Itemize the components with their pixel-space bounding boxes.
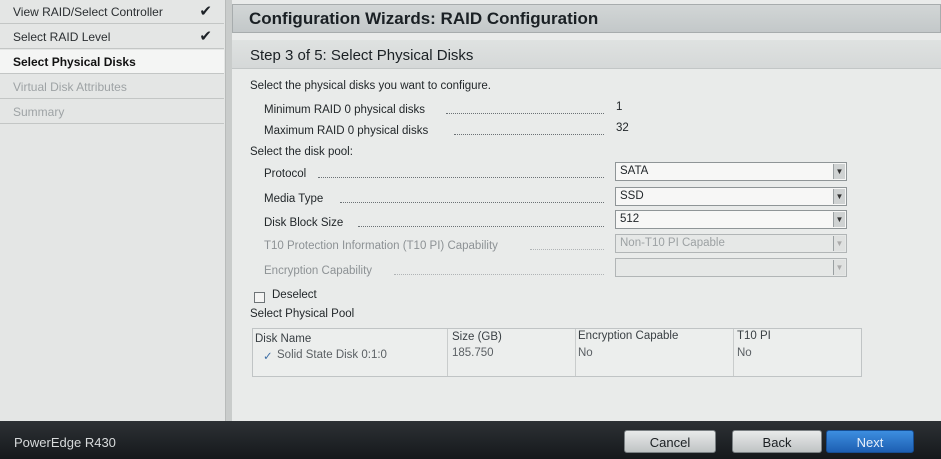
protocol-value: SATA xyxy=(620,165,649,177)
physical-pool-heading: Select Physical Pool xyxy=(250,308,355,320)
max-disks-label: Maximum RAID 0 physical disks xyxy=(264,125,429,137)
protocol-select[interactable]: SATA ▼ xyxy=(615,162,847,181)
t10-pi-select: Non-T10 PI Capable ▼ xyxy=(615,234,847,253)
media-type-label: Media Type xyxy=(264,193,324,205)
leader-line xyxy=(446,113,604,114)
column-header-disk-name[interactable]: Disk Name xyxy=(255,333,311,345)
encryption-capability-select: ▼ xyxy=(615,258,847,277)
leader-line xyxy=(394,274,604,275)
sidebar-item-view-raid[interactable]: View RAID/Select Controller ✔ xyxy=(0,0,224,24)
leader-line xyxy=(454,134,604,135)
disk-pool-heading: Select the disk pool: xyxy=(250,146,353,158)
sidebar-item-label: View RAID/Select Controller xyxy=(13,4,163,19)
sidebar-item-virtual-disk-attributes: Virtual Disk Attributes xyxy=(0,75,224,99)
checkmark-icon: ✔ xyxy=(199,28,212,45)
chevron-down-icon[interactable]: ▼ xyxy=(833,212,845,227)
disk-block-size-label: Disk Block Size xyxy=(264,217,344,229)
chevron-down-icon: ▼ xyxy=(833,236,845,251)
min-disks-value: 1 xyxy=(616,101,623,113)
disk-block-size-select[interactable]: 512 ▼ xyxy=(615,210,847,229)
leader-line xyxy=(530,249,604,250)
sidebar-item-label: Select RAID Level xyxy=(13,29,111,44)
chevron-down-icon[interactable]: ▼ xyxy=(833,164,845,179)
encryption-capability-label: Encryption Capability xyxy=(264,265,373,277)
sidebar-item-label: Virtual Disk Attributes xyxy=(13,79,127,94)
footer-bar: PowerEdge R430 Cancel Back Next xyxy=(0,421,941,459)
cancel-button[interactable]: Cancel xyxy=(624,430,716,453)
main-panel: Configuration Wizards: RAID Configuratio… xyxy=(232,0,941,421)
t10-pi-cell: No xyxy=(737,347,752,359)
column-header-t10-pi[interactable]: T10 PI xyxy=(737,330,771,342)
media-type-value: SSD xyxy=(620,190,644,202)
t10-pi-value: Non-T10 PI Capable xyxy=(620,237,725,249)
instruction-text: Select the physical disks you want to co… xyxy=(250,80,491,92)
media-type-select[interactable]: SSD ▼ xyxy=(615,187,847,206)
sidebar-item-summary: Summary xyxy=(0,100,224,124)
server-model-label: PowerEdge R430 xyxy=(14,435,116,450)
chevron-down-icon[interactable]: ▼ xyxy=(833,189,845,204)
deselect-label[interactable]: Deselect xyxy=(272,289,317,301)
step-title: Step 3 of 5: Select Physical Disks xyxy=(232,40,941,69)
size-cell: 185.750 xyxy=(452,347,494,359)
back-button[interactable]: Back xyxy=(732,430,822,453)
deselect-checkbox[interactable] xyxy=(254,292,265,303)
disk-name-cell: Solid State Disk 0:1:0 xyxy=(277,349,387,361)
row-check-icon[interactable]: ✓ xyxy=(263,349,273,363)
sidebar-item-label: Select Physical Disks xyxy=(13,54,136,69)
sidebar-item-physical-disks[interactable]: Select Physical Disks xyxy=(0,50,224,74)
disk-block-size-value: 512 xyxy=(620,213,640,225)
min-disks-label: Minimum RAID 0 physical disks xyxy=(264,104,426,116)
max-disks-value: 32 xyxy=(616,122,629,134)
leader-line xyxy=(318,177,604,178)
next-button[interactable]: Next xyxy=(826,430,914,453)
encryption-cell: No xyxy=(578,347,593,359)
column-header-size[interactable]: Size (GB) xyxy=(452,331,502,343)
sidebar-item-raid-level[interactable]: Select RAID Level ✔ xyxy=(0,25,224,49)
chevron-down-icon: ▼ xyxy=(833,260,845,275)
sidebar-item-label: Summary xyxy=(13,104,65,119)
physical-disk-table: Disk Name Size (GB) Encryption Capable T… xyxy=(252,328,862,377)
leader-line xyxy=(340,202,604,203)
leader-line xyxy=(358,226,604,227)
protocol-label: Protocol xyxy=(264,168,307,180)
t10-pi-label: T10 Protection Information (T10 PI) Capa… xyxy=(264,240,498,252)
wizard-title: Configuration Wizards: RAID Configuratio… xyxy=(232,4,941,33)
column-header-encryption[interactable]: Encryption Capable xyxy=(578,330,678,342)
checkmark-icon: ✔ xyxy=(199,3,212,20)
wizard-steps-sidebar: View RAID/Select Controller ✔ Select RAI… xyxy=(0,0,226,421)
